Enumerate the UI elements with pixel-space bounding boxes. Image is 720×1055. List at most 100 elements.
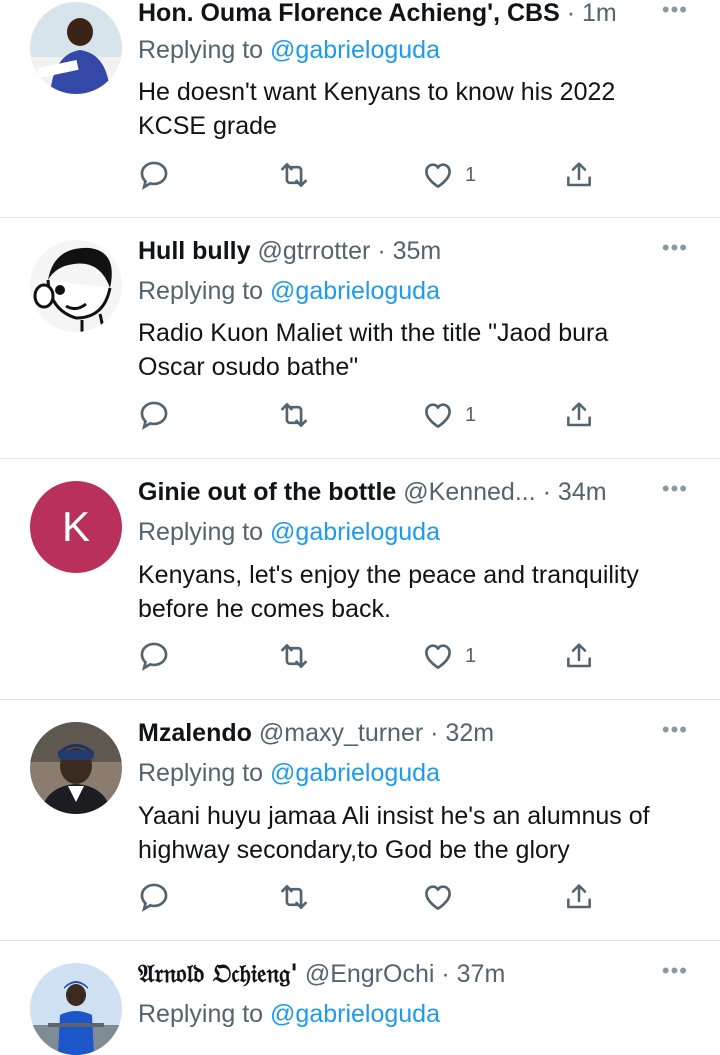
replying-to: Replying to @gabrieloguda: [138, 756, 440, 790]
retweet-button[interactable]: [277, 155, 311, 195]
timestamp[interactable]: 37m: [457, 960, 506, 988]
author-name[interactable]: Ginie out of the bottle: [138, 478, 396, 506]
like-button[interactable]: [421, 877, 455, 917]
share-button[interactable]: [563, 636, 595, 676]
separator-dot: ·: [441, 960, 457, 988]
tweet-card[interactable]: Hon. Ouma Florence Achieng', CBS · 1m ••…: [0, 0, 720, 218]
reply-icon: [140, 642, 168, 671]
retweet-icon: [281, 885, 307, 909]
retweet-icon: [281, 644, 307, 668]
more-options-icon[interactable]: •••: [662, 0, 688, 34]
avatar[interactable]: [30, 963, 122, 1055]
avatar[interactable]: [30, 2, 122, 94]
like-count: 1: [465, 163, 477, 186]
tweet-header: Ginie out of the bottle @Kenned... · 34m: [138, 475, 645, 509]
share-button[interactable]: [563, 395, 595, 435]
separator-dot: ·: [566, 0, 582, 27]
separator-dot: ·: [542, 478, 558, 506]
replying-to-label: Replying to: [138, 518, 264, 546]
avatar-photo: [30, 963, 122, 1055]
share-button[interactable]: [563, 877, 595, 917]
replying-to: Replying to @gabrieloguda: [138, 997, 440, 1031]
separator-dot: ·: [430, 719, 446, 747]
avatar-letter[interactable]: K: [30, 481, 122, 573]
tweet-header: Mzalendo @maxy_turner · 32m: [138, 716, 645, 750]
author-handle[interactable]: @maxy_turner: [259, 719, 423, 747]
tweet-card[interactable]: 𝔄𝔯𝔫𝔬𝔩𝔡 𝔒𝔠𝔥𝔦𝔢𝔫𝔤' @EngrOchi · 37m ••• Repl…: [0, 941, 720, 1055]
replying-to-label: Replying to: [138, 1000, 264, 1028]
more-options-icon[interactable]: •••: [662, 237, 688, 272]
reply-button[interactable]: [137, 636, 171, 676]
more-options-icon[interactable]: •••: [662, 960, 688, 995]
share-button[interactable]: [563, 155, 595, 195]
mention-link[interactable]: @gabrieloguda: [270, 759, 440, 787]
more-options-icon[interactable]: •••: [662, 478, 688, 513]
tweet-card[interactable]: Hull bully @gtrrotter · 35m ••• Replying…: [0, 218, 720, 459]
retweet-button[interactable]: [277, 877, 311, 917]
author-name[interactable]: Mzalendo: [138, 719, 252, 747]
author-handle[interactable]: @Kenned...: [403, 478, 535, 506]
share-icon: [567, 884, 591, 909]
reply-button[interactable]: [137, 877, 171, 917]
like-button[interactable]: 1: [421, 395, 476, 435]
tweet-card[interactable]: Mzalendo @maxy_turner · 32m ••• Replying…: [0, 700, 720, 941]
tweet-text: Yaani huyu jamaa Ali insist he's an alum…: [138, 802, 650, 864]
heart-icon: [425, 644, 451, 669]
tweet-actions: 1: [0, 155, 720, 195]
mention-link[interactable]: @gabrieloguda: [270, 1000, 440, 1028]
separator-dot: ·: [377, 237, 393, 265]
like-button[interactable]: 1: [421, 636, 476, 676]
like-button[interactable]: 1: [421, 155, 476, 195]
retweet-button[interactable]: [277, 395, 311, 435]
share-icon: [567, 402, 591, 427]
avatar-photo: [30, 722, 122, 814]
tweet-text: He doesn't want Kenyans to know his 2022…: [138, 78, 616, 140]
tweet-actions: [0, 877, 720, 917]
reply-icon: [140, 401, 168, 430]
share-icon: [567, 162, 591, 187]
replying-to-label: Replying to: [138, 277, 264, 305]
timestamp[interactable]: 34m: [558, 478, 607, 506]
replying-to: Replying to @gabrieloguda: [138, 515, 440, 549]
author-handle[interactable]: @gtrrotter: [257, 237, 370, 265]
avatar[interactable]: [30, 240, 122, 332]
replying-to-label: Replying to: [138, 36, 264, 64]
avatar-photo: [30, 2, 122, 94]
reply-button[interactable]: [137, 155, 171, 195]
heart-icon: [425, 403, 451, 428]
replying-to: Replying to @gabrieloguda: [138, 33, 440, 67]
share-icon: [567, 643, 591, 668]
tweet-card[interactable]: K Ginie out of the bottle @Kenned... · 3…: [0, 459, 720, 700]
tweet-actions: 1: [0, 395, 720, 435]
tweet-text: Kenyans, let's enjoy the peace and tranq…: [138, 561, 639, 623]
mention-link[interactable]: @gabrieloguda: [270, 36, 440, 64]
tweet-header: 𝔄𝔯𝔫𝔬𝔩𝔡 𝔒𝔠𝔥𝔦𝔢𝔫𝔤' @EngrOchi · 37m: [138, 957, 645, 991]
mention-link[interactable]: @gabrieloguda: [270, 518, 440, 546]
author-handle[interactable]: @EngrOchi: [305, 960, 435, 988]
mention-link[interactable]: @gabrieloguda: [270, 277, 440, 305]
more-options-icon[interactable]: •••: [662, 719, 688, 754]
heart-icon: [425, 163, 451, 188]
heart-icon: [425, 885, 451, 910]
reply-feed: Hon. Ouma Florence Achieng', CBS · 1m ••…: [0, 0, 720, 1055]
timestamp[interactable]: 1m: [582, 0, 617, 27]
tweet-actions: 1: [0, 636, 720, 676]
retweet-icon: [281, 163, 307, 187]
author-name[interactable]: 𝔄𝔯𝔫𝔬𝔩𝔡 𝔒𝔠𝔥𝔦𝔢𝔫𝔤': [138, 959, 298, 988]
avatar[interactable]: [30, 722, 122, 814]
like-count: 1: [465, 644, 477, 667]
tweet-header: Hon. Ouma Florence Achieng', CBS · 1m: [138, 0, 645, 30]
tweet-text: Radio Kuon Maliet with the title "Jaod b…: [138, 319, 609, 381]
tweet-header: Hull bully @gtrrotter · 35m: [138, 234, 645, 268]
avatar-cartoon: [30, 240, 122, 332]
timestamp[interactable]: 35m: [393, 237, 442, 265]
timestamp[interactable]: 32m: [445, 719, 494, 747]
reply-icon: [140, 883, 168, 912]
author-name[interactable]: Hull bully: [138, 237, 251, 265]
retweet-button[interactable]: [277, 636, 311, 676]
replying-to-label: Replying to: [138, 759, 264, 787]
retweet-icon: [281, 403, 307, 427]
reply-icon: [140, 161, 168, 190]
reply-button[interactable]: [137, 395, 171, 435]
author-name[interactable]: Hon. Ouma Florence Achieng', CBS: [138, 0, 560, 27]
